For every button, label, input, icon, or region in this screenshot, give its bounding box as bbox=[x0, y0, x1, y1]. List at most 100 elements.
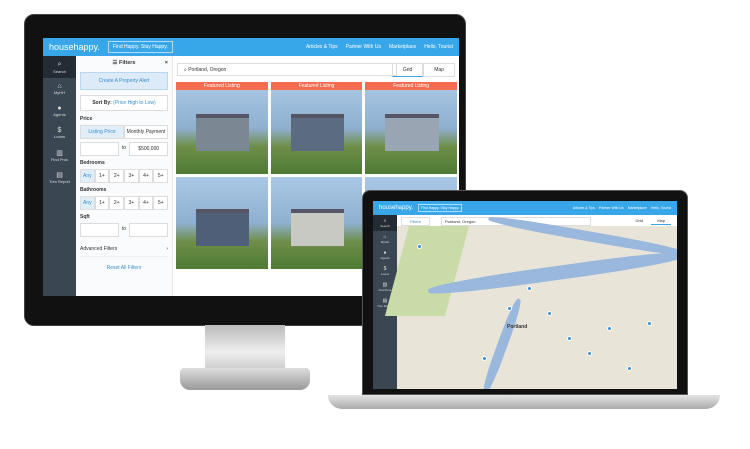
map[interactable]: Portland bbox=[384, 213, 677, 389]
bed-option[interactable]: Any bbox=[80, 169, 95, 183]
bed-option[interactable]: 2+ bbox=[109, 169, 125, 183]
tagline: Find Happy. Stay Happy. bbox=[107, 41, 173, 53]
sidebar-label: Find Pros bbox=[378, 288, 392, 292]
sort-label: Sort By: bbox=[92, 100, 112, 106]
bath-option[interactable]: Any bbox=[80, 196, 95, 210]
map-view-button[interactable]: Map bbox=[423, 63, 455, 77]
sidebar-item-loans[interactable]: $ Loans bbox=[373, 263, 397, 279]
map-pin[interactable] bbox=[607, 326, 612, 331]
advanced-filters-link[interactable]: Advanced Filters › bbox=[80, 246, 168, 257]
nav-articles[interactable]: Articles & Tips bbox=[573, 206, 595, 210]
dollar-icon: $ bbox=[57, 127, 62, 134]
search-value: Portland, Oregon bbox=[445, 219, 476, 224]
grid-view-button[interactable]: Grid bbox=[629, 217, 649, 224]
sidebar-label: Agents bbox=[53, 112, 66, 117]
map-pin[interactable] bbox=[627, 366, 632, 371]
price-to-label: to bbox=[121, 145, 127, 151]
top-nav: househappy. Find Happy. Stay Happy. Arti… bbox=[43, 38, 459, 56]
grid-view-button[interactable]: Grid bbox=[391, 63, 424, 77]
sidebar: ⌕ Search ⌂ MyHH ● Agents $ Loans ▥ Find Pros … bbox=[43, 56, 76, 296]
sidebar-item-search[interactable]: ⌕ Search bbox=[43, 56, 76, 78]
sidebar-item-myhh[interactable]: ⌂ MyHH bbox=[373, 231, 397, 247]
bed-option[interactable]: 1+ bbox=[94, 169, 110, 183]
sqft-label: Sqft bbox=[80, 214, 90, 220]
map-view-button[interactable]: Map bbox=[651, 217, 671, 225]
search-input[interactable]: ⌕ Portland, Oregon bbox=[177, 63, 397, 76]
featured-badge: Featured Listing bbox=[270, 82, 363, 90]
bath-option[interactable]: 3+ bbox=[124, 196, 139, 210]
listing-card[interactable] bbox=[270, 177, 363, 269]
tab-listing-price[interactable]: Listing Price bbox=[80, 125, 124, 139]
river bbox=[480, 297, 524, 389]
map-pin[interactable] bbox=[507, 306, 512, 311]
sidebar-item-myhh[interactable]: ⌂ MyHH bbox=[43, 78, 76, 100]
listing-card[interactable] bbox=[176, 177, 268, 269]
featured-badge: Featured Listing bbox=[365, 82, 457, 90]
sidebar-item-loans[interactable]: $ Loans bbox=[43, 122, 76, 144]
bedrooms-label: Bedrooms bbox=[80, 160, 105, 166]
sidebar-label: Loans bbox=[380, 272, 390, 276]
filters-panel: ☰ Filters × Create A Property Alert Sort … bbox=[76, 56, 173, 296]
map-pin[interactable] bbox=[567, 336, 572, 341]
sort-select[interactable]: Sort By: (Price High to Low) bbox=[80, 95, 168, 111]
logo[interactable]: househappy. bbox=[49, 42, 100, 52]
sort-value: (Price High to Low) bbox=[113, 100, 156, 106]
listing-card[interactable]: Featured Listing bbox=[176, 82, 268, 174]
listing-card[interactable]: Featured Listing bbox=[365, 82, 457, 174]
sidebar-item-agents[interactable]: ● Agents bbox=[373, 247, 397, 263]
map-pin[interactable] bbox=[587, 351, 592, 356]
sidebar-label: MyHH bbox=[53, 90, 66, 95]
tagline: Find Happy. Stay Happy. bbox=[417, 204, 463, 212]
map-pin[interactable] bbox=[647, 321, 652, 326]
price-min-input[interactable] bbox=[80, 142, 119, 156]
reset-filters-link[interactable]: Reset All Filters bbox=[80, 265, 168, 271]
nav-marketplace[interactable]: Marketplace bbox=[389, 44, 416, 50]
search-value: Portland, Oregon bbox=[188, 67, 227, 73]
sidebar-label: Search bbox=[380, 224, 390, 228]
laptop-screen: househappy. Find Happy. Stay Happy. Arti… bbox=[373, 201, 677, 389]
featured-badge: Featured Listing bbox=[176, 82, 268, 90]
nav-user[interactable]: Hello, Tourist bbox=[424, 44, 453, 50]
bed-option[interactable]: 3+ bbox=[124, 169, 139, 183]
building-icon: ▥ bbox=[56, 149, 63, 157]
report-icon: ▤ bbox=[56, 171, 63, 179]
bedrooms-options: Any 1+ 2+ 3+ 4+ 5+ bbox=[80, 169, 169, 183]
sqft-to-label: to bbox=[121, 226, 127, 232]
price-max-input[interactable]: $500,000 bbox=[129, 142, 168, 156]
tab-monthly-payment[interactable]: Monthly Payment bbox=[124, 125, 168, 139]
sqft-min-input[interactable] bbox=[80, 223, 119, 237]
bath-option[interactable]: 1+ bbox=[94, 196, 110, 210]
monitor-stand bbox=[205, 325, 285, 370]
map-pin[interactable] bbox=[547, 311, 552, 316]
sidebar-label: Trex Report bbox=[49, 178, 70, 184]
sidebar-label: Find Pros bbox=[50, 156, 69, 162]
filters-title: Filters bbox=[118, 60, 136, 66]
price-label: Price bbox=[80, 116, 93, 122]
nav-partner[interactable]: Partner With Us bbox=[346, 44, 381, 50]
advanced-filters-label: Advanced Filters bbox=[80, 246, 118, 252]
bath-option[interactable]: 2+ bbox=[109, 196, 125, 210]
map-pin[interactable] bbox=[527, 286, 532, 291]
nav-user[interactable]: Hello, Tourist bbox=[651, 206, 671, 210]
close-icon[interactable]: × bbox=[165, 60, 168, 66]
bath-option[interactable]: 5+ bbox=[153, 196, 169, 210]
listing-card[interactable]: Featured Listing bbox=[270, 82, 363, 174]
sidebar-item-search[interactable]: ⌕ Search bbox=[373, 215, 397, 231]
bath-option[interactable]: 4+ bbox=[138, 196, 154, 210]
chevron-right-icon: › bbox=[166, 246, 168, 252]
sidebar-item-trex-report[interactable]: ▤ Trex Report bbox=[43, 166, 76, 188]
sqft-max-input[interactable] bbox=[129, 223, 168, 237]
sidebar-label: Search bbox=[53, 68, 66, 74]
nav-partner[interactable]: Partner With Us bbox=[599, 206, 624, 210]
bed-option[interactable]: 4+ bbox=[138, 169, 154, 183]
map-pin[interactable] bbox=[482, 356, 487, 361]
logo[interactable]: househappy. bbox=[379, 205, 413, 211]
bed-option[interactable]: 5+ bbox=[153, 169, 169, 183]
create-alert-button[interactable]: Create A Property Alert bbox=[80, 72, 168, 90]
sidebar-item-find-pros[interactable]: ▥ Find Pros bbox=[43, 144, 76, 166]
sidebar-item-agents[interactable]: ● Agents bbox=[43, 100, 76, 122]
nav-articles[interactable]: Articles & Tips bbox=[306, 44, 338, 50]
map-pin[interactable] bbox=[417, 244, 422, 249]
filters-button[interactable]: Filters bbox=[401, 217, 430, 226]
nav-marketplace[interactable]: Marketplace bbox=[628, 206, 647, 210]
